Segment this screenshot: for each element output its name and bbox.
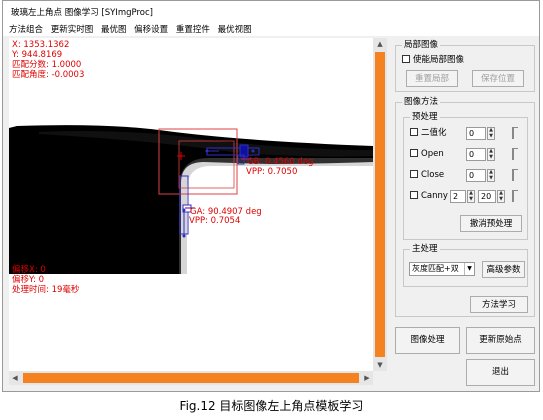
update-origin-button[interactable]: 更新原始点 — [466, 327, 535, 354]
chevron-down-icon[interactable]: ▼ — [464, 263, 474, 275]
offset-x-readout: 偏移X: 0 — [12, 265, 46, 275]
cancel-preprocess-button[interactable]: 撤消预处理 — [460, 215, 522, 232]
close-slider-icon[interactable] — [512, 169, 518, 181]
menu-method-combo[interactable]: 方法组合 — [9, 23, 43, 35]
main-process-group: 主处理 灰度匹配+双 ▼ 高级参数 — [403, 244, 528, 287]
window-title: 玻璃左上角点 图像学习 [SYImgProc] — [3, 1, 539, 20]
close-row[interactable]: Close — [410, 169, 445, 181]
image-process-button[interactable]: 图像处理 — [395, 327, 460, 354]
close-stepper[interactable]: ▲ ▼ — [487, 169, 495, 182]
preprocess-title: 预处理 — [410, 112, 440, 122]
match-angle-readout: 匹配角度: -0.0003 — [12, 70, 85, 80]
process-time-readout: 处理时间: 19毫秒 — [12, 285, 80, 295]
match-score-readout: 匹配分数: 1.0000 — [12, 60, 82, 70]
save-position-button[interactable]: 保存位置 — [472, 70, 524, 87]
ga-vpp-label: VPP: 0.7054 — [189, 216, 241, 226]
enable-local-image-checkbox[interactable]: 使能局部图像 — [402, 54, 465, 66]
canny-label: Canny — [421, 191, 448, 201]
gb-angle-label: GB: 0.4560 deg — [247, 157, 314, 167]
scroll-left-icon[interactable]: ◀ — [9, 371, 21, 385]
method-select-value: 灰度匹配+双 — [412, 264, 459, 273]
open-label: Open — [421, 149, 444, 159]
preprocess-group: 预处理 二值化 0 ▲ ▼ Open 0 ▲ ▼ Close 0 ▲ ▼ Canny … — [403, 112, 528, 240]
method-select[interactable]: 灰度匹配+双 ▼ — [409, 262, 475, 276]
image-viewport[interactable]: X: 1353.1362 Y: 944.8169 匹配分数: 1.0000 匹配… — [9, 38, 373, 371]
open-slider-icon[interactable] — [512, 148, 518, 160]
open-row[interactable]: Open — [410, 148, 444, 160]
horizontal-scroll-thumb[interactable] — [23, 373, 359, 383]
enable-local-image-label: 使能局部图像 — [413, 55, 465, 65]
canny-low-stepper[interactable]: ▲ ▼ — [467, 190, 475, 203]
local-image-group: 局部图像 使能局部图像 重置局部 保存位置 — [395, 40, 535, 92]
binarize-stepper[interactable]: ▲ ▼ — [487, 127, 495, 140]
close-label: Close — [421, 170, 445, 180]
menu-best-image[interactable]: 最优图 — [101, 23, 127, 35]
canny-slider-icon[interactable] — [512, 190, 518, 202]
menu-best-view[interactable]: 最优视图 — [218, 23, 252, 35]
close-value[interactable]: 0 — [466, 169, 486, 182]
image-method-group: 图像方法 预处理 二值化 0 ▲ ▼ Open 0 ▲ ▼ Close 0 ▲ ▼ C… — [395, 97, 535, 317]
local-image-title: 局部图像 — [402, 40, 441, 50]
gb-vpp-label: VPP: 0.7050 — [246, 167, 298, 177]
checkbox-icon[interactable] — [410, 169, 418, 178]
app-window: 玻璃左上角点 图像学习 [SYImgProc] 方法组合 更新实时图 最优图 偏… — [2, 0, 540, 392]
checkbox-icon[interactable] — [410, 127, 418, 136]
menu-offset-settings[interactable]: 偏移设置 — [134, 23, 168, 35]
canny-high-value[interactable]: 20 — [478, 190, 496, 203]
main-process-title: 主处理 — [410, 244, 440, 254]
binarize-row[interactable]: 二值化 — [410, 127, 447, 139]
open-stepper[interactable]: ▲ ▼ — [487, 148, 495, 161]
method-learn-button[interactable]: 方法学习 — [470, 296, 528, 313]
scroll-up-icon[interactable]: ▲ — [373, 38, 387, 50]
advanced-params-button[interactable]: 高级参数 — [482, 261, 525, 278]
image-canvas — [9, 125, 373, 274]
binarize-label: 二值化 — [421, 128, 447, 138]
checkbox-icon[interactable] — [410, 190, 418, 199]
coord-y-readout: Y: 944.8169 — [12, 50, 63, 60]
checkbox-icon[interactable] — [402, 54, 410, 63]
menu-bar: 方法组合 更新实时图 最优图 偏移设置 重置控件 最优视图 — [3, 20, 539, 36]
canny-row[interactable]: Canny — [410, 190, 448, 202]
canny-high-stepper[interactable]: ▲ ▼ — [497, 190, 505, 203]
binarize-value[interactable]: 0 — [466, 127, 486, 140]
scroll-right-icon[interactable]: ▶ — [361, 371, 373, 385]
exit-button[interactable]: 退出 — [466, 359, 535, 386]
figure-caption: Fig.12 目标图像左上角点模板学习 — [179, 399, 364, 413]
offset-y-readout: 偏移Y: 0 — [12, 275, 45, 285]
horizontal-scrollbar[interactable]: ◀ ▶ — [9, 371, 373, 385]
image-method-title: 图像方法 — [402, 97, 441, 107]
checkbox-icon[interactable] — [410, 148, 418, 157]
scroll-down-icon[interactable]: ▼ — [373, 359, 387, 371]
menu-reset-controls[interactable]: 重置控件 — [176, 23, 210, 35]
open-value[interactable]: 0 — [466, 148, 486, 161]
vertical-scrollbar[interactable]: ▲ ▼ — [373, 38, 387, 371]
vertical-scroll-thumb[interactable] — [375, 52, 385, 357]
coord-x-readout: X: 1353.1362 — [12, 40, 70, 50]
reset-local-button[interactable]: 重置局部 — [406, 70, 458, 87]
menu-update-realtime[interactable]: 更新实时图 — [51, 23, 94, 35]
binarize-slider-icon[interactable] — [512, 127, 518, 139]
canny-low-value[interactable]: 2 — [450, 190, 466, 203]
